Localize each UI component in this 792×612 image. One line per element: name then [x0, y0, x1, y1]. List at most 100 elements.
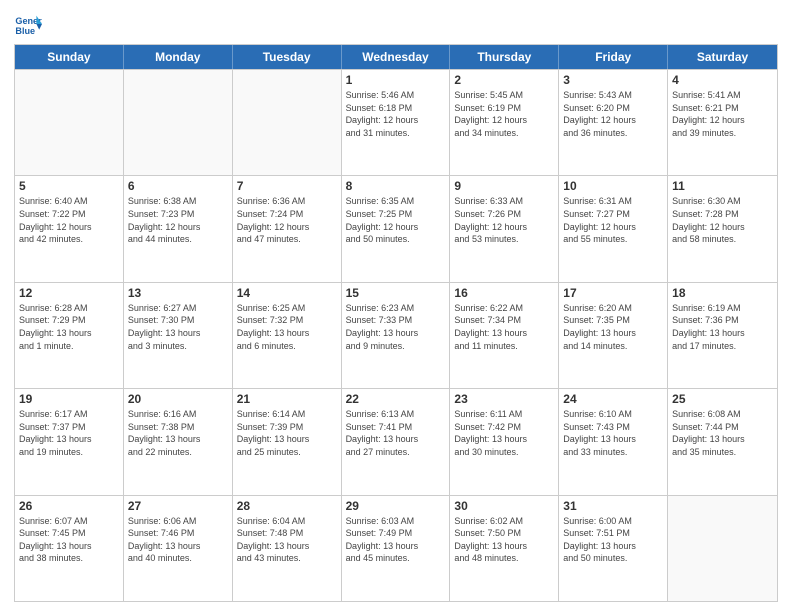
svg-text:Blue: Blue [15, 26, 35, 36]
day-cell: 24Sunrise: 6:10 AM Sunset: 7:43 PM Dayli… [559, 389, 668, 494]
day-number: 18 [672, 286, 773, 300]
day-cell: 19 Sunrise: 6:17 AM Sunset: 7:37 PM Dayli… [15, 389, 124, 494]
day-info: Sunrise: 5:43 AM Sunset: 6:20 PM Dayligh… [563, 89, 663, 139]
day-info: Sunrise: 6:08 AM Sunset: 7:44 PM Dayligh… [672, 408, 773, 458]
week-row-4: 19 Sunrise: 6:17 AM Sunset: 7:37 PM Dayli… [15, 388, 777, 494]
day-number: 23 [454, 392, 554, 406]
day-number: 12 [19, 286, 119, 300]
day-info: Sunrise: 6:04 AM Sunset: 7:48 PM Dayligh… [237, 515, 337, 565]
day-info: Sunrise: 6:40 AM Sunset: 7:22 PM Dayligh… [19, 195, 119, 245]
day-info: Sunrise: 5:45 AM Sunset: 6:19 PM Dayligh… [454, 89, 554, 139]
day-number: 26 [19, 499, 119, 513]
day-header-monday: Monday [124, 45, 233, 69]
day-number: 11 [672, 179, 773, 193]
day-cell [668, 496, 777, 601]
day-info: Sunrise: 6:06 AM Sunset: 7:46 PM Dayligh… [128, 515, 228, 565]
day-cell: 13 Sunrise: 6:27 AM Sunset: 7:30 PM Dayli… [124, 283, 233, 388]
day-info: Sunrise: 6:35 AM Sunset: 7:25 PM Dayligh… [346, 195, 446, 245]
page: General Blue SundayMondayTuesdayWednesda… [0, 0, 792, 612]
day-number: 7 [237, 179, 337, 193]
day-number: 29 [346, 499, 446, 513]
day-cell: 20Sunrise: 6:16 AM Sunset: 7:38 PM Dayli… [124, 389, 233, 494]
day-cell: 16 Sunrise: 6:22 AM Sunset: 7:34 PM Dayli… [450, 283, 559, 388]
day-header-saturday: Saturday [668, 45, 777, 69]
day-number: 19 [19, 392, 119, 406]
day-info: Sunrise: 6:02 AM Sunset: 7:50 PM Dayligh… [454, 515, 554, 565]
day-info: Sunrise: 6:27 AM Sunset: 7:30 PM Dayligh… [128, 302, 228, 352]
day-number: 4 [672, 73, 773, 87]
day-cell: 1Sunrise: 5:46 AM Sunset: 6:18 PM Daylig… [342, 70, 451, 175]
day-info: Sunrise: 6:17 AM Sunset: 7:37 PM Dayligh… [19, 408, 119, 458]
calendar: SundayMondayTuesdayWednesdayThursdayFrid… [14, 44, 778, 602]
day-number: 10 [563, 179, 663, 193]
week-row-1: 1Sunrise: 5:46 AM Sunset: 6:18 PM Daylig… [15, 69, 777, 175]
day-info: Sunrise: 6:22 AM Sunset: 7:34 PM Dayligh… [454, 302, 554, 352]
day-info: Sunrise: 5:41 AM Sunset: 6:21 PM Dayligh… [672, 89, 773, 139]
day-number: 16 [454, 286, 554, 300]
day-number: 21 [237, 392, 337, 406]
day-cell: 7 Sunrise: 6:36 AM Sunset: 7:24 PM Daylig… [233, 176, 342, 281]
day-number: 15 [346, 286, 446, 300]
day-number: 8 [346, 179, 446, 193]
day-info: Sunrise: 6:00 AM Sunset: 7:51 PM Dayligh… [563, 515, 663, 565]
day-cell: 27 Sunrise: 6:06 AM Sunset: 7:46 PM Dayli… [124, 496, 233, 601]
day-cell: 23 Sunrise: 6:11 AM Sunset: 7:42 PM Dayli… [450, 389, 559, 494]
day-cell: 3 Sunrise: 5:43 AM Sunset: 6:20 PM Daylig… [559, 70, 668, 175]
day-cell: 9 Sunrise: 6:33 AM Sunset: 7:26 PM Daylig… [450, 176, 559, 281]
day-cell: 4 Sunrise: 5:41 AM Sunset: 6:21 PM Daylig… [668, 70, 777, 175]
day-info: Sunrise: 6:16 AM Sunset: 7:38 PM Dayligh… [128, 408, 228, 458]
day-number: 9 [454, 179, 554, 193]
header: General Blue [14, 10, 778, 38]
day-cell: 22Sunrise: 6:13 AM Sunset: 7:41 PM Dayli… [342, 389, 451, 494]
day-cell [233, 70, 342, 175]
day-number: 2 [454, 73, 554, 87]
day-info: Sunrise: 6:20 AM Sunset: 7:35 PM Dayligh… [563, 302, 663, 352]
day-cell: 18Sunrise: 6:19 AM Sunset: 7:36 PM Dayli… [668, 283, 777, 388]
day-cell: 17 Sunrise: 6:20 AM Sunset: 7:35 PM Dayli… [559, 283, 668, 388]
day-cell: 25 Sunrise: 6:08 AM Sunset: 7:44 PM Dayli… [668, 389, 777, 494]
day-info: Sunrise: 6:03 AM Sunset: 7:49 PM Dayligh… [346, 515, 446, 565]
day-number: 30 [454, 499, 554, 513]
day-number: 6 [128, 179, 228, 193]
day-cell: 11 Sunrise: 6:30 AM Sunset: 7:28 PM Dayli… [668, 176, 777, 281]
day-number: 27 [128, 499, 228, 513]
week-row-2: 5 Sunrise: 6:40 AM Sunset: 7:22 PM Daylig… [15, 175, 777, 281]
day-number: 17 [563, 286, 663, 300]
day-cell: 5 Sunrise: 6:40 AM Sunset: 7:22 PM Daylig… [15, 176, 124, 281]
week-row-5: 26 Sunrise: 6:07 AM Sunset: 7:45 PM Dayli… [15, 495, 777, 601]
day-cell: 28 Sunrise: 6:04 AM Sunset: 7:48 PM Dayli… [233, 496, 342, 601]
day-info: Sunrise: 6:07 AM Sunset: 7:45 PM Dayligh… [19, 515, 119, 565]
day-number: 25 [672, 392, 773, 406]
logo-icon: General Blue [14, 10, 42, 38]
day-cell: 31Sunrise: 6:00 AM Sunset: 7:51 PM Dayli… [559, 496, 668, 601]
day-info: Sunrise: 6:25 AM Sunset: 7:32 PM Dayligh… [237, 302, 337, 352]
day-cell: 30 Sunrise: 6:02 AM Sunset: 7:50 PM Dayli… [450, 496, 559, 601]
day-header-thursday: Thursday [450, 45, 559, 69]
day-info: Sunrise: 6:38 AM Sunset: 7:23 PM Dayligh… [128, 195, 228, 245]
day-headers: SundayMondayTuesdayWednesdayThursdayFrid… [15, 45, 777, 69]
day-number: 28 [237, 499, 337, 513]
day-cell: 15Sunrise: 6:23 AM Sunset: 7:33 PM Dayli… [342, 283, 451, 388]
day-header-tuesday: Tuesday [233, 45, 342, 69]
day-cell: 6 Sunrise: 6:38 AM Sunset: 7:23 PM Daylig… [124, 176, 233, 281]
day-cell: 26 Sunrise: 6:07 AM Sunset: 7:45 PM Dayli… [15, 496, 124, 601]
day-number: 13 [128, 286, 228, 300]
day-info: Sunrise: 6:30 AM Sunset: 7:28 PM Dayligh… [672, 195, 773, 245]
day-cell [15, 70, 124, 175]
day-cell [124, 70, 233, 175]
day-cell: 21Sunrise: 6:14 AM Sunset: 7:39 PM Dayli… [233, 389, 342, 494]
day-cell: 12Sunrise: 6:28 AM Sunset: 7:29 PM Dayli… [15, 283, 124, 388]
day-cell: 2 Sunrise: 5:45 AM Sunset: 6:19 PM Daylig… [450, 70, 559, 175]
day-number: 5 [19, 179, 119, 193]
day-number: 3 [563, 73, 663, 87]
day-header-friday: Friday [559, 45, 668, 69]
day-cell: 10 Sunrise: 6:31 AM Sunset: 7:27 PM Dayli… [559, 176, 668, 281]
day-info: Sunrise: 6:11 AM Sunset: 7:42 PM Dayligh… [454, 408, 554, 458]
day-cell: 14Sunrise: 6:25 AM Sunset: 7:32 PM Dayli… [233, 283, 342, 388]
day-info: Sunrise: 6:31 AM Sunset: 7:27 PM Dayligh… [563, 195, 663, 245]
day-number: 1 [346, 73, 446, 87]
day-info: Sunrise: 6:33 AM Sunset: 7:26 PM Dayligh… [454, 195, 554, 245]
day-cell: 8 Sunrise: 6:35 AM Sunset: 7:25 PM Daylig… [342, 176, 451, 281]
day-header-wednesday: Wednesday [342, 45, 451, 69]
day-info: Sunrise: 6:36 AM Sunset: 7:24 PM Dayligh… [237, 195, 337, 245]
